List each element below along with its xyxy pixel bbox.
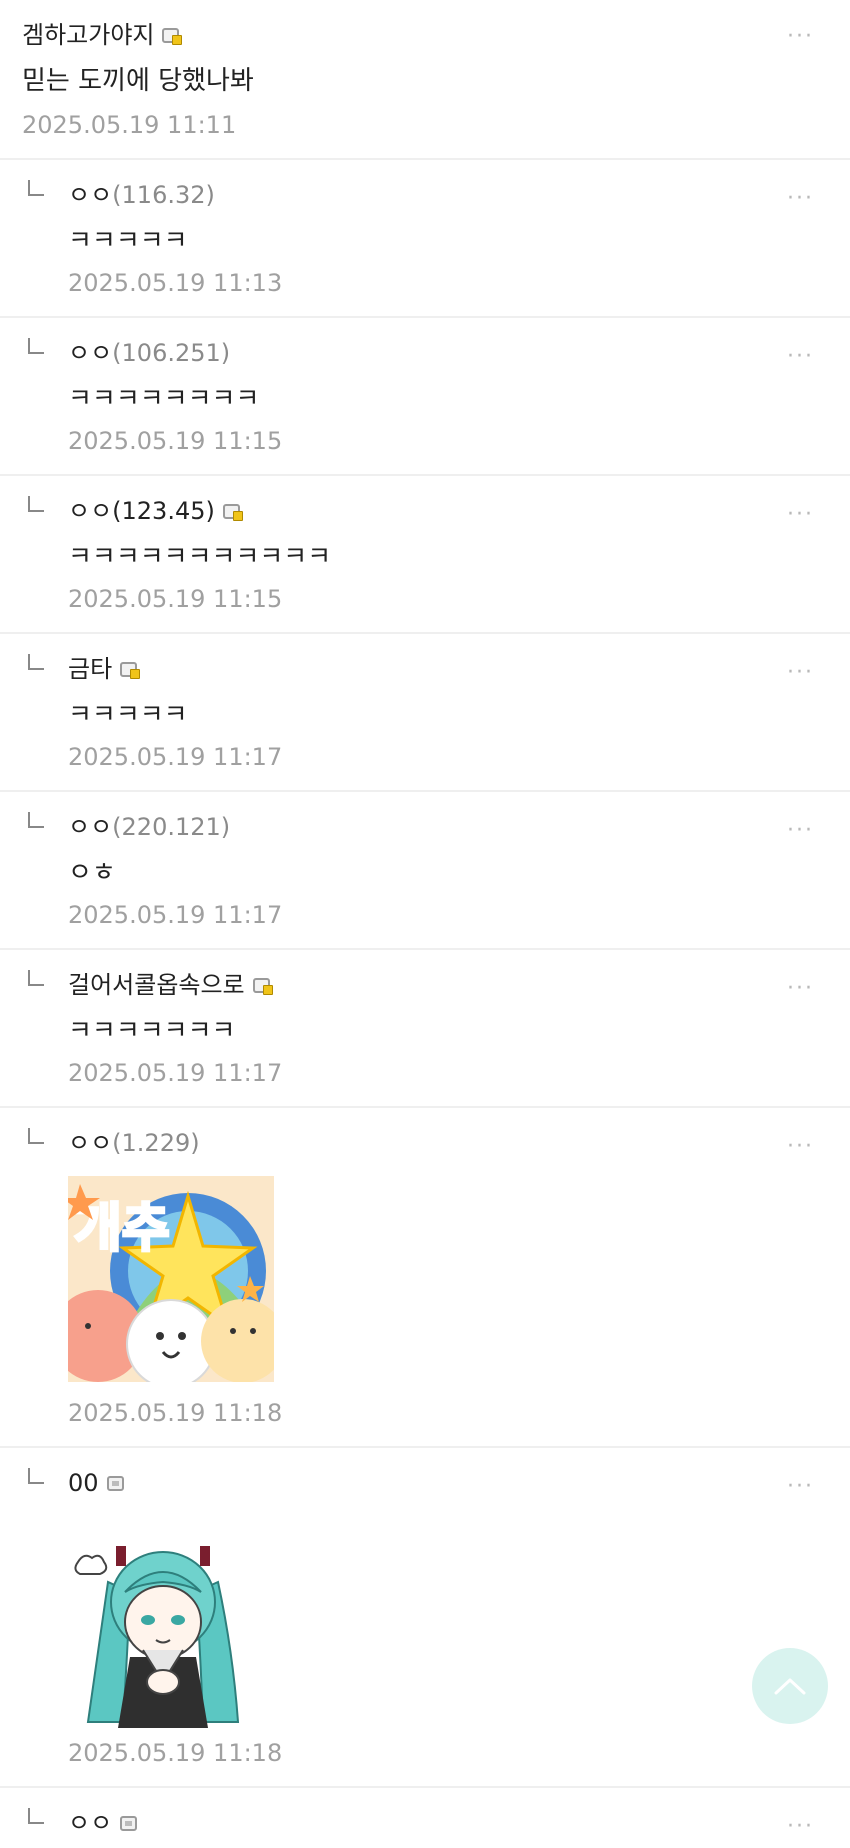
- fixed-nick-badge-icon: [162, 27, 183, 45]
- comment-date: 2025.05.19 11:15: [68, 585, 283, 613]
- more-dots-icon[interactable]: ···: [787, 504, 814, 526]
- comment-text: ㅋㅋㅋㅋㅋㅋㅋㅋ: [68, 384, 260, 414]
- comment-text: ㅇㅎ: [68, 858, 116, 888]
- reply-item: ㅇㅇ (1.229) ··· 개추 2025.05.19 11:18: [0, 1108, 850, 1448]
- comment-author[interactable]: ㅇㅇ (1.229): [68, 1128, 200, 1158]
- comment-text: ㅋㅋㅋㅋㅋㅋㅋ: [68, 1016, 236, 1046]
- reply-item: ㅇㅇ (220.121) ··· ㅇㅎ 2025.05.19 11:17: [0, 792, 850, 950]
- more-dots-icon[interactable]: ···: [787, 978, 814, 1000]
- comment-author[interactable]: ㅇㅇ (220.121): [68, 812, 230, 842]
- comment-date: 2025.05.19 11:17: [68, 1059, 283, 1087]
- reply-item: ㅇㅇ (106.251) ··· ㅋㅋㅋㅋㅋㅋㅋㅋ 2025.05.19 11:…: [0, 318, 850, 476]
- comment-list: 겜하고가야지 ··· 믿는 도끼에 당했나봐 2025.05.19 11:11 …: [0, 0, 850, 1848]
- reply-item: 금타 ··· ㅋㅋㅋㅋㅋ 2025.05.19 11:17: [0, 634, 850, 792]
- more-dots-icon[interactable]: ···: [787, 1816, 814, 1838]
- reply-item: ㅇㅇ (116.32) ··· ㅋㅋㅋㅋㅋ 2025.05.19 11:13: [0, 160, 850, 318]
- fixed-nick-badge-icon: [106, 1475, 124, 1491]
- more-dots-icon[interactable]: ···: [787, 1136, 814, 1158]
- comment-date: 2025.05.19 11:18: [68, 1739, 283, 1767]
- ip-address: (116.32): [112, 181, 215, 209]
- comment-author[interactable]: 걸어서콜옵속으로: [68, 970, 273, 1000]
- reply-arrow-icon: [28, 180, 44, 196]
- reply-item: ㅇㅇ ···: [0, 1788, 850, 1848]
- comment-author[interactable]: ㅇㅇ: [68, 1808, 138, 1838]
- comment-date: 2025.05.19 11:17: [68, 901, 283, 929]
- more-dots-icon[interactable]: ···: [787, 1476, 814, 1498]
- comment-author[interactable]: 00: [68, 1468, 124, 1498]
- nickname[interactable]: 겜하고가야지: [22, 20, 154, 50]
- dccon-sticker[interactable]: 개추: [68, 1176, 274, 1382]
- comment-author[interactable]: 금타: [68, 654, 141, 684]
- fixed-nick-badge-icon: [252, 977, 273, 995]
- nickname[interactable]: 걸어서콜옵속으로: [68, 970, 245, 1000]
- nickname[interactable]: ㅇㅇ: [68, 338, 112, 368]
- dccon-sticker[interactable]: [68, 1532, 258, 1728]
- comment-author[interactable]: ㅇㅇ (116.32): [68, 180, 215, 210]
- comment-date: 2025.05.19 11:15: [68, 427, 283, 455]
- comment-author[interactable]: ㅇㅇ (106.251): [68, 338, 230, 368]
- comment-date: 2025.05.19 11:18: [68, 1399, 283, 1427]
- nickname[interactable]: ㅇㅇ: [68, 1808, 112, 1838]
- nickname[interactable]: 00: [68, 1468, 99, 1498]
- sticker-graphic: [68, 1532, 258, 1728]
- fixed-nick-badge-icon: [222, 503, 243, 521]
- nickname[interactable]: ㅇㅇ: [68, 180, 112, 210]
- nickname[interactable]: ㅇㅇ: [68, 1128, 112, 1158]
- comment-item: 겜하고가야지 ··· 믿는 도끼에 당했나봐 2025.05.19 11:11: [0, 0, 850, 160]
- ip-address: (106.251): [112, 339, 231, 367]
- comment-author[interactable]: 겜하고가야지: [22, 20, 183, 50]
- fixed-nick-badge-icon: [120, 661, 141, 679]
- reply-item: 00 ··· 2025.05.19 11:18: [0, 1448, 850, 1788]
- scroll-top-button[interactable]: [752, 1648, 828, 1724]
- comment-text: ㅋㅋㅋㅋㅋ: [68, 700, 188, 730]
- more-dots-icon[interactable]: ···: [787, 346, 814, 368]
- nickname[interactable]: ㅇㅇ(123.45): [68, 496, 215, 526]
- reply-arrow-icon: [28, 1468, 44, 1484]
- comment-text: 믿는 도끼에 당했나봐: [22, 66, 254, 96]
- reply-arrow-icon: [28, 496, 44, 512]
- chevron-up-icon: [774, 1678, 806, 1695]
- comment-date: 2025.05.19 11:11: [22, 111, 237, 139]
- ip-address: (220.121): [112, 813, 231, 841]
- more-dots-icon[interactable]: ···: [787, 188, 814, 210]
- ip-address: (1.229): [112, 1129, 200, 1157]
- more-dots-icon[interactable]: ···: [787, 820, 814, 842]
- reply-arrow-icon: [28, 338, 44, 354]
- comment-text: ㅋㅋㅋㅋㅋㅋㅋㅋㅋㅋㅋ: [68, 542, 332, 572]
- reply-arrow-icon: [28, 654, 44, 670]
- reply-arrow-icon: [28, 1128, 44, 1144]
- comment-date: 2025.05.19 11:17: [68, 743, 283, 771]
- comment-date: 2025.05.19 11:13: [68, 269, 283, 297]
- reply-arrow-icon: [28, 812, 44, 828]
- reply-item: 걸어서콜옵속으로 ··· ㅋㅋㅋㅋㅋㅋㅋ 2025.05.19 11:17: [0, 950, 850, 1108]
- nickname[interactable]: ㅇㅇ: [68, 812, 112, 842]
- fixed-nick-badge-icon: [120, 1815, 138, 1831]
- more-dots-icon[interactable]: ···: [787, 26, 814, 48]
- reply-arrow-icon: [28, 970, 44, 986]
- reply-item: ㅇㅇ(123.45) ··· ㅋㅋㅋㅋㅋㅋㅋㅋㅋㅋㅋ 2025.05.19 11…: [0, 476, 850, 634]
- nickname[interactable]: 금타: [68, 654, 112, 684]
- reply-arrow-icon: [28, 1808, 44, 1824]
- more-dots-icon[interactable]: ···: [787, 662, 814, 684]
- sticker-graphic: 개추: [68, 1176, 274, 1382]
- comment-text: ㅋㅋㅋㅋㅋ: [68, 226, 188, 256]
- comment-author[interactable]: ㅇㅇ(123.45): [68, 496, 243, 526]
